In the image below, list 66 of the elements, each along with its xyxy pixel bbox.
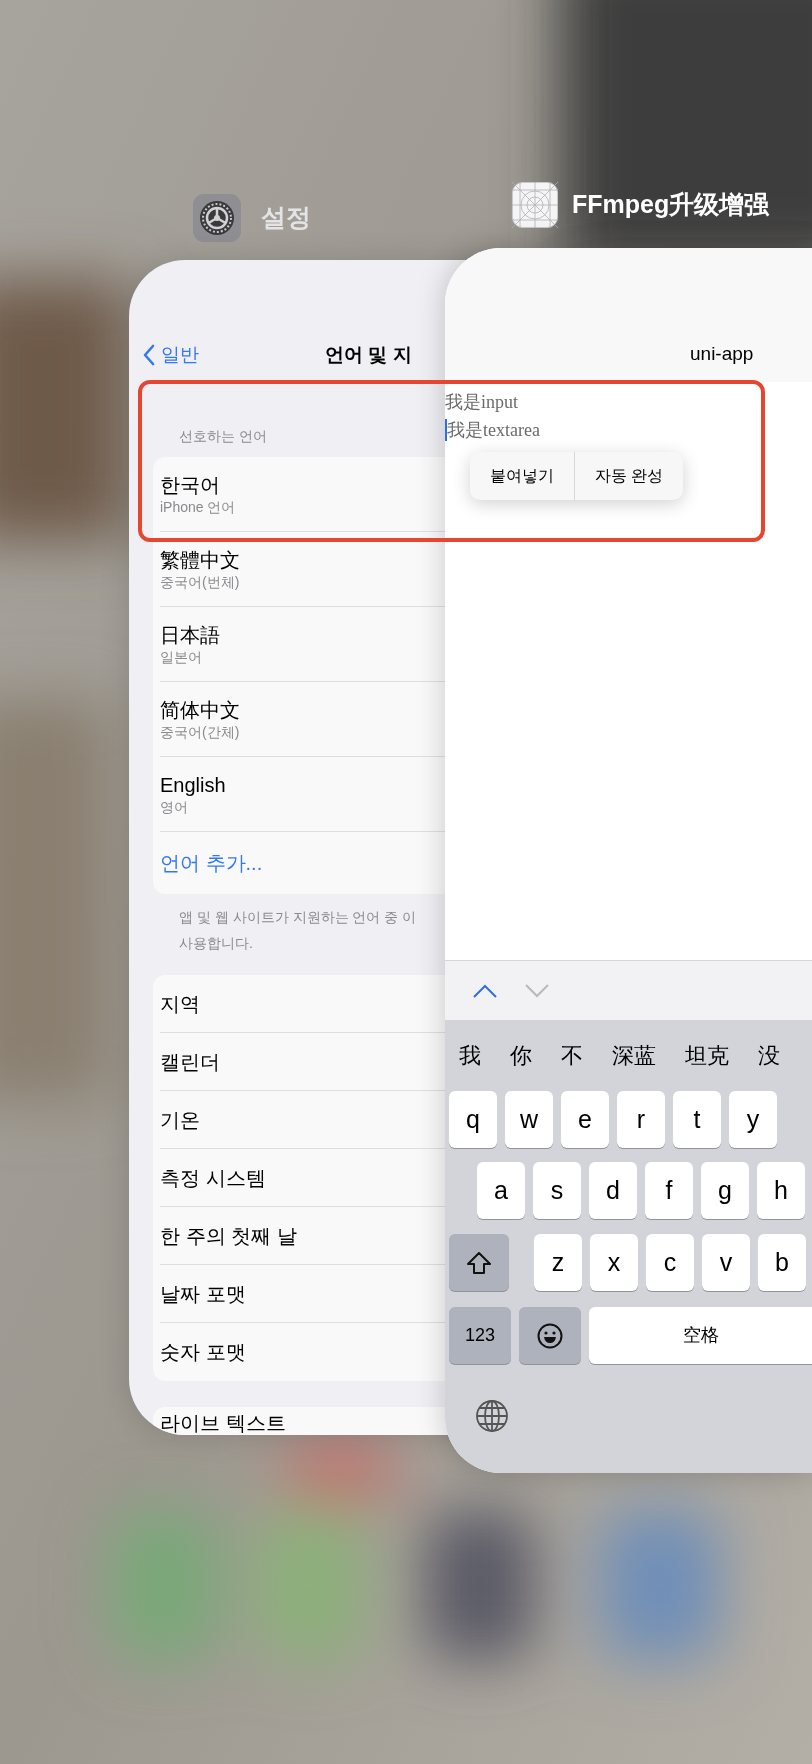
letter-key[interactable]: q xyxy=(449,1091,497,1148)
smiley-icon xyxy=(537,1322,563,1349)
page-title: uni-app xyxy=(690,341,754,366)
letter-key[interactable]: t xyxy=(673,1091,721,1148)
candidate-word[interactable]: 不 xyxy=(561,1039,583,1072)
nav-title: 언어 및 지 xyxy=(325,342,412,367)
app-label: FFmpeg升级增强 xyxy=(572,189,770,221)
text-caret xyxy=(445,419,447,441)
numbers-key[interactable]: 123 xyxy=(449,1307,511,1364)
language-name[interactable]: 日本語 xyxy=(160,622,220,648)
candidate-word[interactable]: 你 xyxy=(510,1039,532,1072)
input-field[interactable]: 我是input xyxy=(445,388,518,416)
app-card[interactable]: uni-app 我是input 我是textarea 붙여넣기 자동 완성 我 你 不 深蓝 坦克 没 q w e r t y a s d f g h z x c v b 123 空格 xyxy=(445,248,812,1473)
space-key[interactable]: 空格 xyxy=(589,1307,812,1364)
language-subtitle: 중국어(번체) xyxy=(160,573,240,591)
letter-key[interactable]: x xyxy=(590,1234,638,1291)
letter-key[interactable]: z xyxy=(534,1234,582,1291)
candidate-word[interactable]: 深蓝 xyxy=(612,1039,656,1072)
letter-key[interactable]: d xyxy=(589,1162,637,1219)
add-language-link[interactable]: 언어 추가... xyxy=(160,848,263,878)
textarea-field[interactable]: 我是textarea xyxy=(447,416,540,444)
candidate-word[interactable]: 我 xyxy=(459,1039,481,1072)
footer-note: 사용합니다. xyxy=(179,934,253,953)
shift-icon xyxy=(466,1250,492,1275)
language-subtitle: iPhone 언어 xyxy=(160,498,236,516)
letter-key[interactable]: r xyxy=(617,1091,665,1148)
settings-row[interactable]: 기온 xyxy=(160,1104,200,1135)
section-header: 선호하는 언어 xyxy=(179,427,267,445)
letter-key[interactable]: e xyxy=(561,1091,609,1148)
letter-key[interactable]: g xyxy=(701,1162,749,1219)
emoji-key[interactable] xyxy=(519,1307,581,1364)
letter-key[interactable]: y xyxy=(729,1091,777,1148)
language-subtitle: 중국어(간체) xyxy=(160,723,240,741)
letter-key[interactable]: a xyxy=(477,1162,525,1219)
shift-key[interactable] xyxy=(449,1234,509,1291)
gear-icon[interactable] xyxy=(193,194,241,242)
settings-row[interactable]: 숫자 포맷 xyxy=(160,1337,246,1367)
letter-key[interactable]: w xyxy=(505,1091,553,1148)
letter-key[interactable]: v xyxy=(702,1234,750,1291)
back-button[interactable]: 일반 xyxy=(129,340,199,370)
letter-key[interactable]: s xyxy=(533,1162,581,1219)
language-name[interactable]: 繁體中文 xyxy=(160,547,240,573)
letter-key[interactable]: h xyxy=(757,1162,805,1219)
letter-key[interactable]: c xyxy=(646,1234,694,1291)
language-name[interactable]: 한국어 xyxy=(160,472,220,498)
app-label: 설정 xyxy=(261,202,311,234)
chevron-up-icon[interactable] xyxy=(473,983,497,998)
settings-row[interactable]: 지역 xyxy=(160,988,200,1019)
settings-row[interactable]: 날짜 포맷 xyxy=(160,1278,246,1309)
menu-item[interactable]: 자동 완성 xyxy=(574,452,684,500)
settings-row[interactable]: 측정 시스템 xyxy=(160,1162,266,1193)
letter-key[interactable]: f xyxy=(645,1162,693,1219)
language-subtitle: 영어 xyxy=(160,798,188,816)
settings-row[interactable]: 한 주의 첫째 날 xyxy=(160,1220,297,1251)
footer-note: 앱 및 웹 사이트가 지원하는 언어 중 이 xyxy=(179,908,417,927)
candidate-word[interactable]: 坦克 xyxy=(685,1039,729,1072)
settings-row[interactable]: 라이브 텍스트 xyxy=(160,1412,286,1434)
app-grid-icon[interactable] xyxy=(512,182,558,228)
chevron-left-icon xyxy=(143,344,155,366)
language-name[interactable]: 简体中文 xyxy=(160,697,240,723)
candidate-word[interactable]: 没 xyxy=(758,1039,780,1072)
globe-icon[interactable] xyxy=(475,1399,509,1433)
letter-key[interactable]: b xyxy=(758,1234,806,1291)
language-subtitle: 일본어 xyxy=(160,648,202,666)
language-name[interactable]: English xyxy=(160,772,226,798)
settings-row[interactable]: 캘린더 xyxy=(160,1046,220,1077)
